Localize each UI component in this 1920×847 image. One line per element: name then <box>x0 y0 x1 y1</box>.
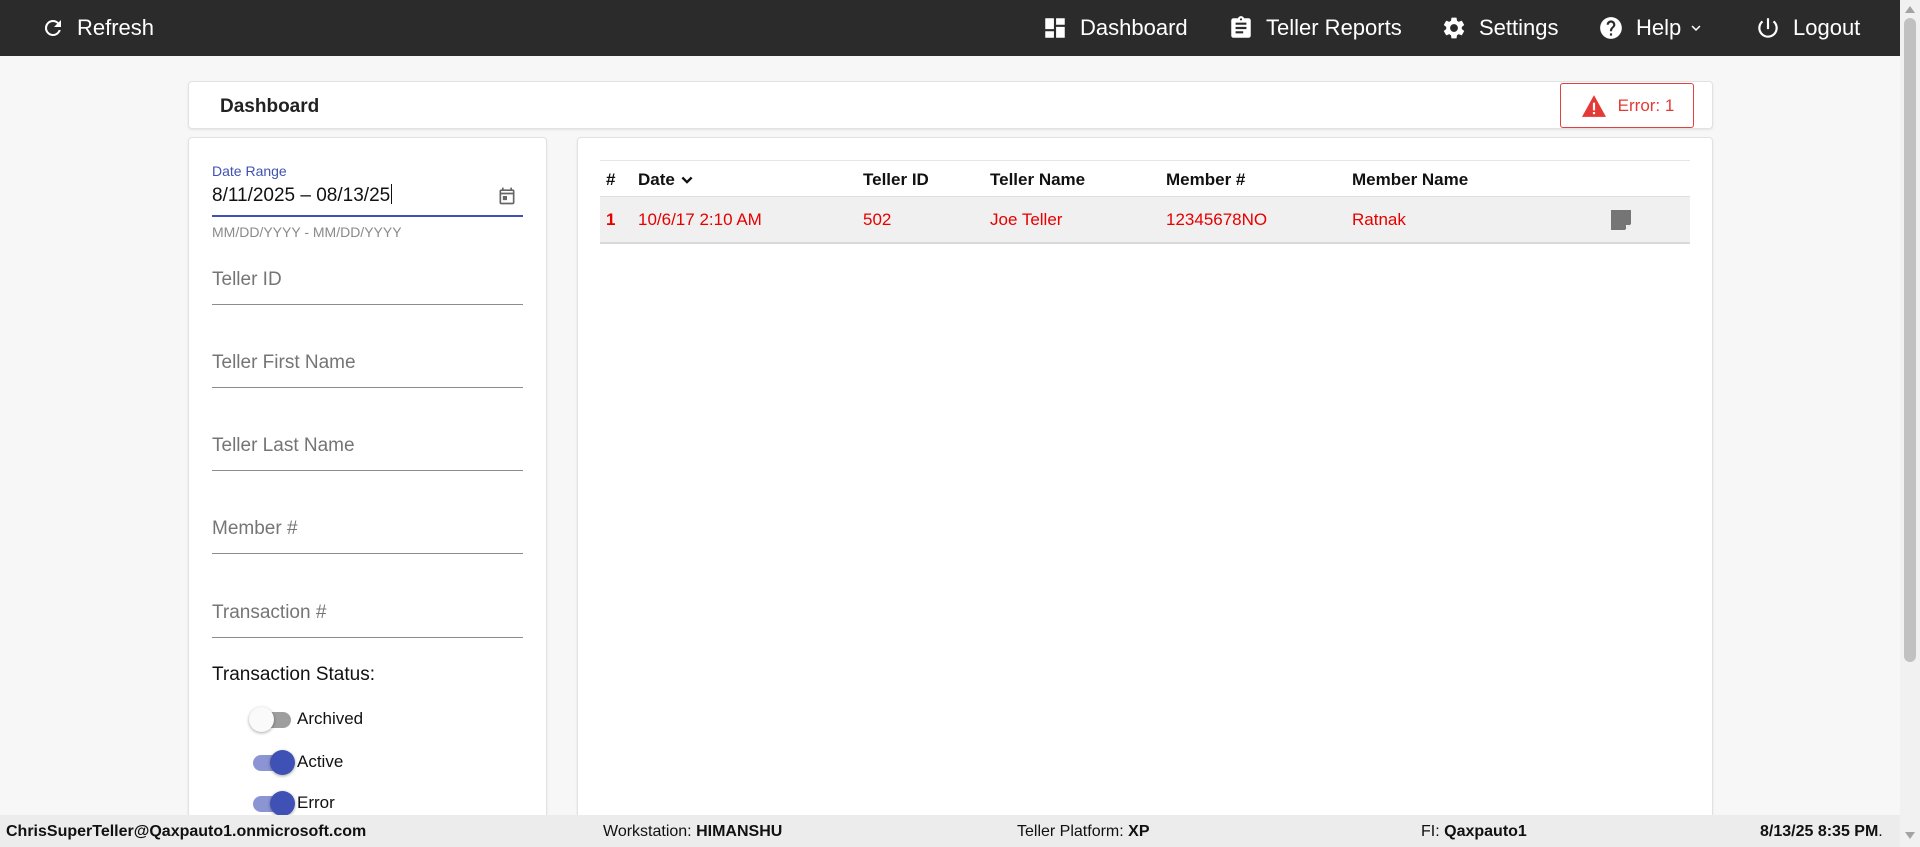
footer-platform-value: XP <box>1128 823 1150 840</box>
column-header-teller-id[interactable]: Teller ID <box>863 170 929 190</box>
scroll-up-arrow-icon[interactable] <box>1905 6 1915 13</box>
nav-teller-reports[interactable]: Teller Reports <box>1228 0 1402 56</box>
table-row[interactable]: 1 10/6/17 2:10 AM 502 Joe Teller 1234567… <box>600 197 1690 244</box>
nav-teller-reports-label: Teller Reports <box>1266 15 1402 40</box>
nav-settings-label: Settings <box>1479 15 1559 40</box>
column-header-date-label: Date <box>638 170 675 189</box>
toggle-error[interactable]: Error <box>249 789 335 817</box>
teller-id-placeholder: Teller ID <box>212 269 282 290</box>
field-underline <box>212 553 523 554</box>
footer-user: ChrisSuperTeller@Qaxpauto1.onmicrosoft.c… <box>6 823 367 840</box>
nav-dashboard-label: Dashboard <box>1080 15 1188 40</box>
member-number-field[interactable]: Member # <box>212 518 523 554</box>
row-number: 1 <box>606 210 616 229</box>
footer-datetime-suffix: . <box>1878 823 1883 840</box>
footer-platform-label: Teller Platform: <box>1017 823 1124 840</box>
date-range-underline <box>212 215 523 217</box>
help-icon <box>1600 17 1622 39</box>
teller-first-name-placeholder: Teller First Name <box>212 352 356 373</box>
refresh-label: Refresh <box>77 15 155 40</box>
column-header-member-name[interactable]: Member Name <box>1352 170 1468 190</box>
filter-panel: Date Range 8/11/2025 – 08/13/25 MM/DD/YY… <box>188 137 547 847</box>
row-member-number: 12345678NO <box>1166 210 1268 229</box>
footer-fi-label: FI: <box>1421 823 1440 840</box>
row-date: 10/6/17 2:10 AM <box>638 210 762 229</box>
column-header-teller-name[interactable]: Teller Name <box>990 170 1085 190</box>
row-member-name: Ratnak <box>1352 210 1406 229</box>
transaction-number-placeholder: Transaction # <box>212 602 327 623</box>
teller-last-name-placeholder: Teller Last Name <box>212 435 355 456</box>
footer-fi: FI: Qaxpauto1 <box>1421 823 1527 841</box>
error-count-badge[interactable]: Error: 1 <box>1560 83 1694 128</box>
warning-icon <box>1581 94 1606 117</box>
page-scrollbar[interactable] <box>1900 0 1920 847</box>
chevron-down-icon <box>1691 25 1701 31</box>
footer-datetime-value: 8/13/25 8:35 PM <box>1760 823 1879 840</box>
note-icon[interactable] <box>1610 209 1632 231</box>
footer-workstation-label: Workstation: <box>603 823 692 840</box>
toggle-archived[interactable]: Archived <box>249 705 363 733</box>
column-header-date[interactable]: Date <box>638 170 697 190</box>
clipboard-icon <box>1231 16 1251 38</box>
teller-last-name-field[interactable]: Teller Last Name <box>212 435 523 471</box>
refresh-icon <box>44 19 61 36</box>
transaction-number-field[interactable]: Transaction # <box>212 602 523 638</box>
teller-id-field[interactable]: Teller ID <box>212 269 523 305</box>
date-range-value: 8/11/2025 – 08/13/25 <box>212 185 391 206</box>
active-switch[interactable] <box>249 748 295 776</box>
toggle-active[interactable]: Active <box>249 748 343 776</box>
top-nav-bar: Refresh Dashboard Teller Reports Setting… <box>0 0 1900 56</box>
row-teller-id: 502 <box>863 210 892 229</box>
nav-help-menu[interactable]: Help <box>1598 0 1705 56</box>
nav-settings[interactable]: Settings <box>1441 0 1559 56</box>
field-underline <box>212 387 523 388</box>
column-header-member-number[interactable]: Member # <box>1166 170 1245 190</box>
refresh-button[interactable]: Refresh <box>41 0 154 56</box>
column-header-number[interactable]: # <box>606 170 615 190</box>
gear-icon <box>1443 17 1465 39</box>
nav-dashboard[interactable]: Dashboard <box>1042 0 1188 56</box>
dashboard-icon <box>1045 18 1065 38</box>
field-underline <box>212 304 523 305</box>
table-header-row: # Date Teller ID Teller Name Member # Me… <box>600 160 1690 197</box>
power-icon <box>1758 18 1778 38</box>
text-cursor <box>391 184 393 204</box>
error-count-label: Error: 1 <box>1617 95 1675 115</box>
footer-workstation: Workstation: HIMANSHU <box>603 823 782 841</box>
member-number-placeholder: Member # <box>212 518 298 539</box>
calendar-icon[interactable] <box>497 186 517 206</box>
teller-first-name-field[interactable]: Teller First Name <box>212 352 523 388</box>
scroll-thumb[interactable] <box>1904 18 1916 662</box>
status-footer: ChrisSuperTeller@Qaxpauto1.onmicrosoft.c… <box>0 815 1900 847</box>
archived-switch[interactable] <box>249 705 295 733</box>
footer-teller-platform: Teller Platform: XP <box>1017 823 1150 841</box>
error-switch[interactable] <box>249 789 295 817</box>
transaction-status-title: Transaction Status: <box>212 664 375 685</box>
date-range-hint: MM/DD/YYYY - MM/DD/YYYY <box>212 224 402 240</box>
footer-workstation-value: HIMANSHU <box>696 823 783 840</box>
row-teller-name: Joe Teller <box>990 210 1063 229</box>
field-underline <box>212 470 523 471</box>
logout-button[interactable]: Logout <box>1755 0 1860 56</box>
dashboard-header-card: Dashboard Error: 1 <box>188 81 1713 129</box>
toggle-archived-label: Archived <box>297 709 364 728</box>
sort-descending-icon <box>681 176 693 184</box>
footer-datetime: 8/13/25 8:35 PM. <box>1760 823 1883 841</box>
date-range-label: Date Range <box>212 163 287 179</box>
footer-fi-value: Qaxpauto1 <box>1444 823 1527 840</box>
toggle-active-label: Active <box>297 752 344 771</box>
field-underline <box>212 637 523 638</box>
logout-label: Logout <box>1793 15 1861 40</box>
results-table-panel: # Date Teller ID Teller Name Member # Me… <box>577 137 1713 847</box>
scroll-down-arrow-icon[interactable] <box>1905 832 1915 839</box>
date-range-input[interactable]: 8/11/2025 – 08/13/25 <box>212 184 393 207</box>
nav-help-label: Help <box>1636 15 1682 40</box>
toggle-error-label: Error <box>297 793 335 812</box>
page-title: Dashboard <box>220 96 320 117</box>
